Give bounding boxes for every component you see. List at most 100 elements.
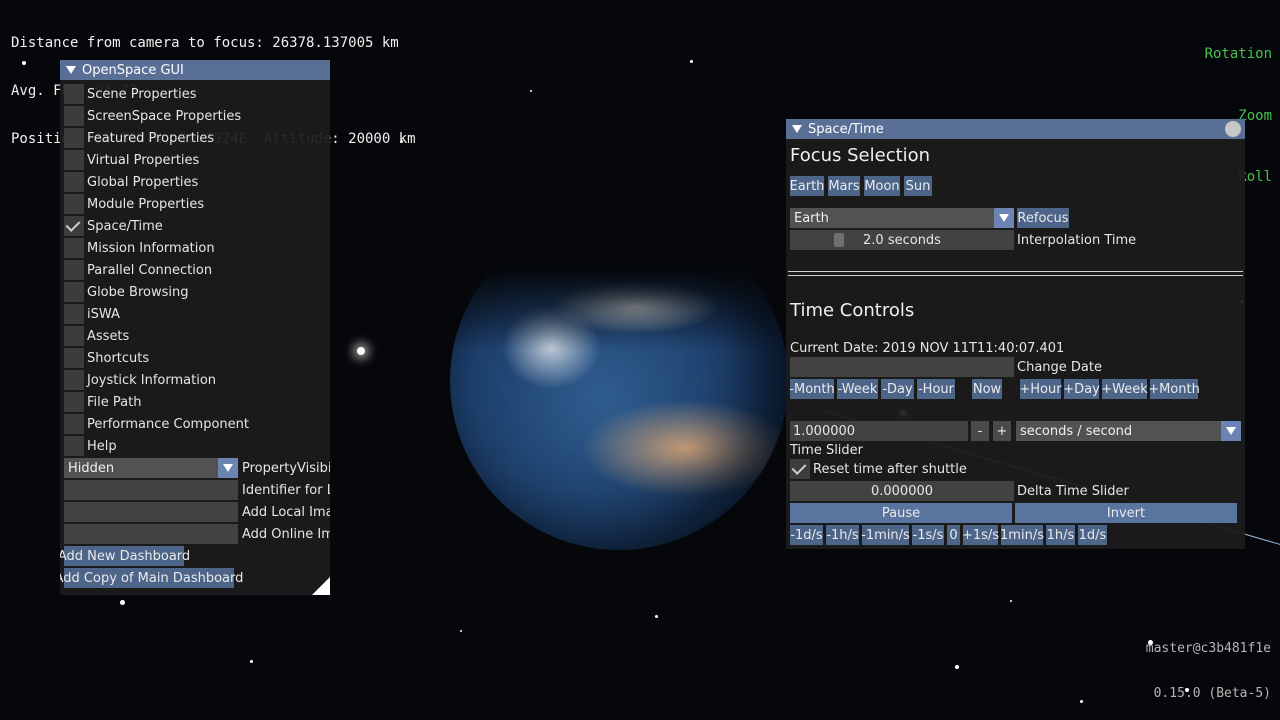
minus-month-button[interactable]: -Month [789, 379, 835, 399]
plus-hour-button[interactable]: +Hour [1019, 379, 1062, 399]
plus-month-button[interactable]: +Month [1148, 379, 1200, 399]
rate-1d-button[interactable]: 1d/s [1078, 525, 1107, 545]
close-icon[interactable] [1225, 121, 1241, 137]
plus-day-button[interactable]: +Day [1063, 379, 1100, 399]
dropdown-arrow-icon[interactable] [994, 208, 1014, 228]
pause-button[interactable]: Pause [790, 503, 1012, 523]
space-time-titlebar[interactable]: Space/Time [786, 119, 1245, 139]
resize-grip-icon[interactable] [312, 577, 330, 595]
rate-1h-button[interactable]: 1h/s [1046, 525, 1075, 545]
checkbox[interactable] [64, 106, 84, 126]
rate-minus-1h-button[interactable]: -1h/s [826, 525, 859, 545]
minus-week-button[interactable]: -Week [837, 379, 878, 399]
collapse-triangle-icon[interactable] [792, 125, 802, 133]
delta-increment-button[interactable]: + [993, 421, 1011, 441]
interpolation-time-label: Interpolation Time [1017, 233, 1137, 248]
dropdown-arrow-icon[interactable] [218, 458, 238, 478]
current-date: Current Date: 2019 NOV 11T11:40:07.401 [790, 341, 1065, 356]
delta-time-slider-value: 0.000000 [870, 484, 934, 499]
focus-mars-button[interactable]: Mars [828, 176, 860, 196]
add-local-image-label: Add Local Imag [242, 505, 330, 520]
checkbox[interactable] [64, 304, 84, 324]
focus-earth-button[interactable]: Earth [790, 176, 824, 196]
gui-item-performance-component[interactable]: Performance Component [64, 414, 249, 434]
gui-item-label: Shortcuts [87, 350, 150, 366]
add-copy-dashboard-button[interactable]: Add Copy of Main Dashboard [60, 568, 243, 588]
gui-item-help[interactable]: Help [64, 436, 117, 456]
gui-titlebar[interactable]: OpenSpace GUI [60, 60, 330, 80]
checkbox[interactable] [64, 392, 84, 412]
gui-item-label: Mission Information [87, 240, 215, 256]
focus-sun-button[interactable]: Sun [904, 176, 932, 196]
gui-item-file-path[interactable]: File Path [64, 392, 141, 412]
rate-minus-1min-button[interactable]: -1min/s [861, 525, 910, 545]
rate-1min-button[interactable]: 1min/s [1000, 525, 1044, 545]
identifier-input[interactable] [64, 480, 238, 500]
minus-hour-button[interactable]: -Hour [917, 379, 955, 399]
gui-item-mission-information[interactable]: Mission Information [64, 238, 215, 258]
minus-day-button[interactable]: -Day [881, 379, 914, 399]
gui-item-screenspace-properties[interactable]: ScreenSpace Properties [64, 106, 241, 126]
checkbox[interactable] [64, 172, 84, 192]
change-date-input[interactable] [790, 357, 1014, 377]
gui-item-label: iSWA [87, 306, 120, 322]
add-local-image-input[interactable] [64, 502, 238, 522]
checkbox[interactable] [64, 436, 84, 456]
focus-moon-button[interactable]: Moon [864, 176, 900, 196]
distance-readout: Distance from camera to focus: 26378.137… [11, 35, 399, 51]
rate-minus-1s-button[interactable]: -1s/s [912, 525, 944, 545]
delta-unit-select[interactable]: seconds / second [1016, 421, 1241, 441]
space-time-title: Space/Time [808, 121, 884, 137]
checkbox[interactable] [64, 150, 84, 170]
gui-item-globe-browsing[interactable]: Globe Browsing [64, 282, 188, 302]
delta-time-slider[interactable]: 0.000000 [790, 481, 1014, 501]
rate-zero-button[interactable]: 0 [947, 525, 960, 545]
delta-decrement-button[interactable]: - [971, 421, 989, 441]
checkbox[interactable] [64, 348, 84, 368]
plus-week-button[interactable]: +Week [1101, 379, 1148, 399]
checkbox[interactable] [64, 238, 84, 258]
gui-item-label: Module Properties [87, 196, 205, 212]
rate-minus-1d-button[interactable]: -1d/s [790, 525, 823, 545]
gui-item-shortcuts[interactable]: Shortcuts [64, 348, 149, 368]
checkbox[interactable] [64, 260, 84, 280]
interpolation-time-slider[interactable]: 2.0 seconds [790, 230, 1014, 250]
version-number: 0.15.0 (Beta-5) [1153, 686, 1271, 701]
checkbox[interactable] [64, 370, 84, 390]
checkbox[interactable] [64, 84, 84, 104]
gui-item-label: Parallel Connection [87, 262, 213, 278]
checkbox[interactable] [64, 216, 84, 236]
time-controls-heading: Time Controls [790, 300, 915, 321]
separator [788, 271, 1243, 272]
gui-item-iswa[interactable]: iSWA [64, 304, 120, 324]
checkbox[interactable] [64, 194, 84, 214]
refocus-button[interactable]: Refocus [1017, 208, 1069, 228]
checkbox[interactable] [64, 326, 84, 346]
invert-button[interactable]: Invert [1015, 503, 1237, 523]
add-online-image-input[interactable] [64, 524, 238, 544]
checkbox[interactable] [64, 128, 84, 148]
gui-item-virtual-properties[interactable]: Virtual Properties [64, 150, 199, 170]
focus-select[interactable]: Earth [790, 208, 1014, 228]
dropdown-arrow-icon[interactable] [1221, 421, 1241, 441]
gui-item-joystick-information[interactable]: Joystick Information [64, 370, 216, 390]
gui-item-space-time[interactable]: Space/Time [64, 216, 163, 236]
delta-time-input[interactable]: 1.000000 [790, 421, 968, 441]
gui-item-parallel-connection[interactable]: Parallel Connection [64, 260, 212, 280]
gui-item-global-properties[interactable]: Global Properties [64, 172, 198, 192]
gui-item-assets[interactable]: Assets [64, 326, 129, 346]
change-date-label: Change Date [1017, 360, 1102, 375]
gui-item-label: Virtual Properties [87, 152, 200, 168]
reset-time-checkbox[interactable] [790, 459, 810, 479]
add-new-dashboard-button[interactable]: Add New Dashboard [60, 546, 190, 566]
checkbox[interactable] [64, 414, 84, 434]
property-visibility-select[interactable]: Hidden [64, 458, 238, 478]
now-button[interactable]: Now [972, 379, 1002, 399]
gui-item-scene-properties[interactable]: Scene Properties [64, 84, 196, 104]
collapse-triangle-icon[interactable] [66, 66, 76, 74]
rate-plus-1s-button[interactable]: +1s/s [962, 525, 999, 545]
gui-item-module-properties[interactable]: Module Properties [64, 194, 204, 214]
reset-time-checkbox-row[interactable]: Reset time after shuttle [790, 459, 967, 479]
gui-item-featured-properties[interactable]: Featured Properties [64, 128, 214, 148]
checkbox[interactable] [64, 282, 84, 302]
